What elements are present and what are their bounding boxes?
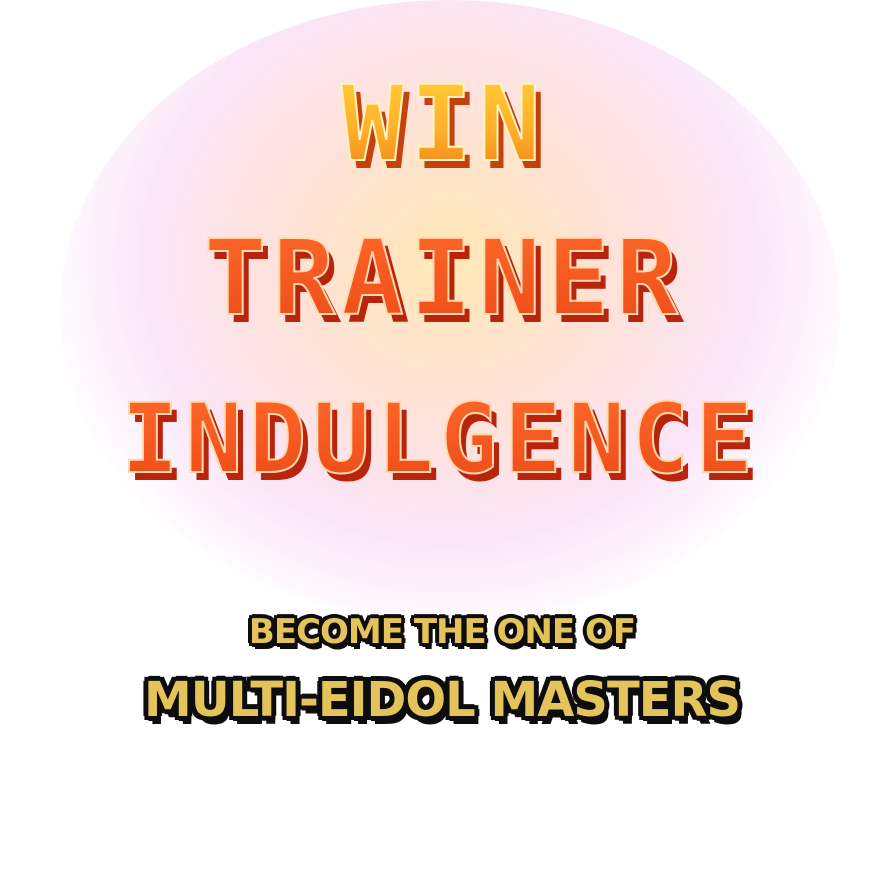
headline: WIN WIN TRAINER TRAINER INDULGENCE INDUL… — [0, 0, 884, 560]
headline-line-2: TRAINER TRAINER — [203, 216, 684, 347]
headline-graphic: WIN WIN TRAINER TRAINER INDULGENCE INDUL… — [120, 62, 759, 503]
headline-line-2-text: TRAINER — [204, 217, 684, 339]
headline-line-1-text: WIN — [341, 63, 547, 185]
headline-line-3: INDULGENCE INDULGENCE — [120, 382, 759, 503]
headline-line-3-text: INDULGENCE — [121, 383, 759, 495]
tagline-line-1: BECOME THE ONE OF — [248, 612, 636, 652]
tagline-line-2: MULTI-EIDOL MASTERS — [143, 672, 741, 728]
headline-line-1: WIN WIN — [340, 62, 547, 193]
